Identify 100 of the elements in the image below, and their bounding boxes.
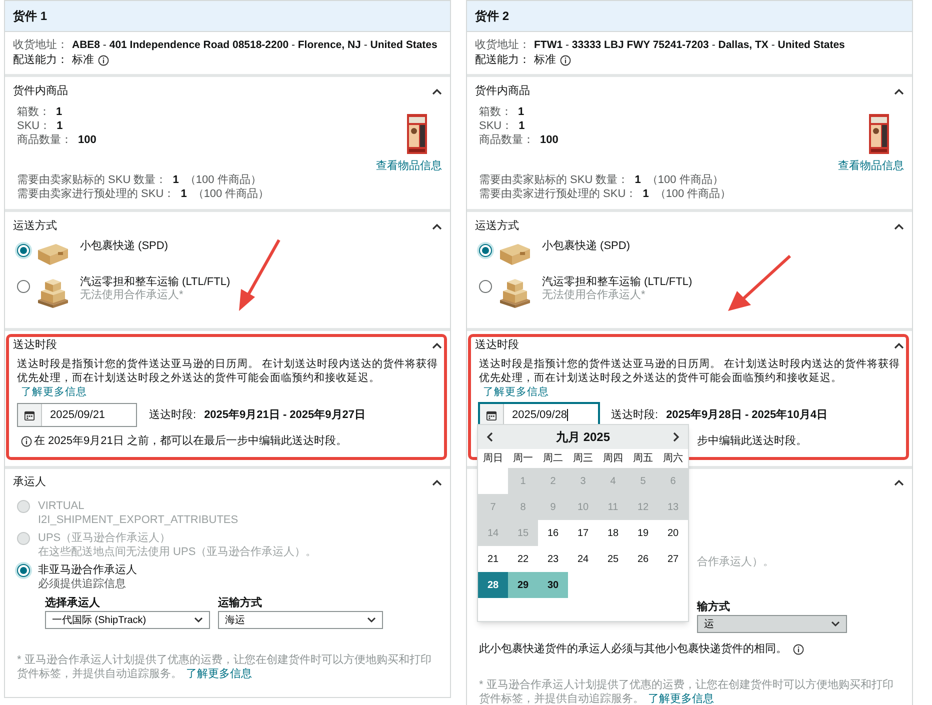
calendar-day: 3 — [568, 468, 598, 494]
footnote: * 亚马逊合作承运人计划提供了优惠的运费，让您在创建货件时可以方便地购买和打印货件标签，并提供自动追踪服务。 了解更多信息 — [478, 678, 894, 705]
radio-button[interactable] — [17, 244, 30, 257]
radio-button[interactable] — [479, 244, 492, 257]
learn-more-link[interactable]: 了解更多信息 — [21, 386, 87, 398]
learn-more-link[interactable]: 了解更多信息 — [186, 668, 252, 680]
learn-more-link[interactable]: 了解更多信息 — [483, 386, 549, 398]
dropdown-select[interactable]: 一代国际 (ShipTrack) — [45, 611, 210, 629]
field-label: 收货地址： — [13, 38, 68, 53]
calendar-icon[interactable] — [24, 410, 35, 420]
weekday-label: 周日 — [482, 452, 504, 466]
next-month-icon[interactable] — [673, 432, 680, 442]
calendar-day: 14 — [478, 520, 508, 546]
note-detail: （100 件商品） — [192, 187, 270, 201]
collapse-icon[interactable] — [894, 342, 904, 348]
collapse-icon[interactable] — [894, 479, 904, 486]
collapse-icon[interactable] — [894, 88, 904, 94]
shipping-option-label[interactable]: 小包裹快递 (SPD) — [542, 240, 630, 253]
window-label: 送达时段: — [611, 408, 658, 423]
option-hint: 无法使用合作承运人* — [542, 289, 646, 302]
calendar-day: 4 — [598, 468, 628, 494]
select-label: 运输方式 — [218, 596, 263, 610]
calendar-day: 2 — [538, 468, 568, 494]
footnote: * 亚马逊合作承运人计划提供了优惠的运费，让您在创建货件时可以方便地购买和打印货件标签，并提供自动追踪服务。 了解更多信息 — [16, 653, 432, 682]
capability-value: 标准 — [72, 53, 94, 68]
calendar-month: 九月 2025 — [556, 429, 610, 446]
note-label: 需要由卖家贴标的 SKU 数量： — [17, 173, 167, 187]
date-field[interactable]: 2025/09/21 — [17, 403, 137, 427]
radio-button[interactable] — [479, 280, 492, 293]
weekday-label: 周四 — [602, 452, 624, 466]
calendar-day[interactable]: 30 — [538, 572, 568, 598]
stat-label: 箱数： — [479, 105, 512, 119]
calendar-day[interactable]: 29 — [508, 572, 538, 598]
stat-label: 箱数： — [17, 105, 50, 119]
calendar-day: 7 — [478, 494, 508, 520]
collapse-icon[interactable] — [432, 342, 442, 348]
option-hint: 在这些配送地点间无法使用 UPS（亚马逊合作承运人）。 — [38, 544, 317, 558]
shipment-title: 货件 1 — [13, 8, 48, 25]
calendar-day: 15 — [508, 520, 538, 546]
note-value: 1 — [634, 173, 641, 187]
info-icon — [21, 436, 32, 447]
info-icon — [793, 644, 804, 655]
dropdown-select[interactable]: 海运 — [218, 611, 383, 629]
collapse-icon[interactable] — [432, 222, 442, 230]
stat-label: SKU： — [17, 119, 51, 133]
option-hint: I2I_SHIPMENT_EXPORT_ATTRIBUTES — [38, 512, 238, 526]
stat-value: 1 — [518, 105, 524, 119]
option-hint: 合作承运人）。 — [697, 556, 774, 568]
shipping-option-label[interactable]: 汽运零担和整车运输 (LTL/FTL) — [542, 276, 692, 289]
collapse-icon[interactable] — [432, 479, 442, 486]
calendar-day: 12 — [628, 494, 658, 520]
section-title: 送达时段 — [13, 338, 57, 353]
chevron-down-icon — [831, 621, 840, 627]
stat-value: 100 — [78, 133, 96, 147]
window-label: 送达时段: — [149, 408, 196, 423]
view-item-link[interactable]: 查看物品信息 — [838, 159, 904, 173]
section-title: 货件内商品 — [13, 84, 68, 99]
radio-button[interactable] — [17, 564, 30, 576]
previous-month-icon[interactable] — [486, 432, 493, 442]
learn-more-link[interactable]: 了解更多信息 — [648, 692, 714, 704]
calendar-day: 1 — [508, 468, 538, 494]
shipping-option-label[interactable]: 汽运零担和整车运输 (LTL/FTL) — [80, 276, 230, 289]
shipping-option-label[interactable]: 小包裹快递 (SPD) — [80, 240, 168, 253]
field-label: 配送能力： — [475, 53, 530, 68]
calendar-day[interactable]: 28 — [478, 572, 508, 598]
collapse-icon[interactable] — [894, 222, 904, 230]
carrier-option-label[interactable]: 非亚马逊合作承运人 — [38, 562, 137, 576]
section-title: 送达时段 — [475, 338, 519, 353]
stat-label: SKU： — [479, 119, 513, 133]
calendar-day: 8 — [508, 494, 538, 520]
note-value: 1 — [180, 187, 187, 201]
radio-button[interactable] — [17, 280, 30, 293]
collapse-icon[interactable] — [432, 88, 442, 94]
stat-value: 1 — [56, 119, 63, 133]
section-title: 货件内商品 — [475, 84, 530, 99]
note-label: 需要由卖家进行预处理的 SKU： — [17, 187, 175, 201]
option-hint: 无法使用合作承运人* — [80, 289, 184, 302]
stat-label: 商品数量： — [479, 133, 534, 147]
stat-value: 1 — [56, 105, 62, 119]
note-detail: （100 件商品） — [646, 173, 724, 187]
capability-value: 标准 — [534, 53, 556, 68]
view-item-link[interactable]: 查看物品信息 — [376, 159, 442, 173]
note-label: 需要由卖家进行预处理的 SKU： — [479, 187, 637, 201]
calendar-icon[interactable] — [486, 410, 497, 420]
shipment-title: 货件 2 — [475, 8, 510, 25]
section-title: 运送方式 — [13, 218, 57, 234]
pallet-boxes-icon — [498, 276, 532, 308]
stat-value: 100 — [540, 133, 558, 147]
option-hint: 必须提供追踪信息 — [38, 576, 127, 590]
stat-label: 商品数量： — [17, 133, 72, 147]
stat-value: 1 — [518, 119, 525, 133]
calendar-day: 9 — [538, 494, 568, 520]
note-value: 1 — [642, 187, 649, 201]
delivery-description: 送达时段是指预计您的货件送达亚马逊的日历周。 在计划送达时段内送达的货件将获得优先处理，而在计划送达时段之外送达的货件可能会面临预约和接收延迟。 了解更多信息 — [16, 357, 439, 399]
weekday-label: 周六 — [662, 452, 684, 466]
weekday-label: 周二 — [542, 452, 564, 466]
select-label: 输方式 — [697, 600, 731, 614]
info-icon — [98, 55, 109, 66]
field-label: 收货地址： — [475, 38, 530, 53]
delivery-hint: 步中编辑此送达时段。 — [697, 434, 807, 449]
